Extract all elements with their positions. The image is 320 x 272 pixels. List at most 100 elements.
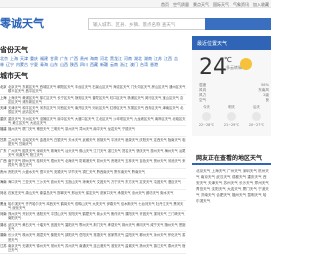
city-row-province[interactable]: 北京	[0, 85, 8, 89]
city-row-links[interactable]: 重庆天气 万州区天气 涪陵区天气 渝中区天气 大渡口区天气 江北区天气 沙坪坝区…	[8, 117, 186, 126]
province-link[interactable]: 天津	[20, 56, 28, 61]
city-row-province[interactable]: 河北	[0, 191, 8, 195]
city-row: 广西 南宁天气 柳州天气 桂林天气 梧州天气 北海天气 防城港天气 钦州天气 贵港…	[0, 158, 186, 169]
province-link[interactable]: 云南	[110, 62, 118, 67]
province-link[interactable]: 陕西	[70, 62, 78, 67]
forecast-day-label: 后天	[253, 105, 260, 109]
city-row-links[interactable]: 海口天气 三亚天气 三沙天气 儋州天气 五指山天气 琼海天气 文昌天气 万宁天气…	[8, 180, 186, 189]
province-link[interactable]: 黑龙江	[110, 56, 122, 61]
city-row-links[interactable]: 福州天气 厦门天气 莆田天气 三明天气 泉州天气 漳州天气 南平天气 龙岩天气 …	[8, 127, 186, 136]
city-row-province[interactable]: 天津	[0, 106, 8, 110]
city-row-links[interactable]: 北京天气 东城区天气 西城区天气 朝阳区天气 丰台区天气 石景山区天气 海淀区天…	[8, 85, 186, 94]
popular-link[interactable]: 大连天气	[227, 187, 243, 191]
city-row-links[interactable]: 兰州天气 嘉峪关天气 金昌天气 白银天气 天水天气 武威天气 张掖天气 平凉天气…	[8, 138, 186, 147]
province-link[interactable]: 浙江	[120, 62, 128, 67]
popular-link[interactable]: 成都天气	[232, 175, 248, 179]
city-row-links[interactable]: 南京天气 无锡天气 徐州天气 常州天气 苏州天气 南通天气 连云港天气 淮安天气…	[8, 244, 186, 253]
province-link[interactable]: 山西	[60, 62, 68, 67]
city-row-province[interactable]: 黑龙	[0, 202, 8, 206]
province-link[interactable]: 台湾	[140, 62, 148, 67]
city-row-links[interactable]: 武汉天气 黄石天气 十堰天气 宜昌天气 襄阳天气 鄂州天气 荆门天气 孝感天气 …	[8, 223, 186, 232]
site-logo[interactable]: 零诚天气	[0, 15, 44, 31]
sun-icon	[240, 58, 252, 70]
province-link[interactable]: 甘肃	[50, 56, 58, 61]
temperature-unit: ℃	[224, 56, 232, 64]
popular-link[interactable]: 郑州天气	[255, 181, 269, 185]
city-row-province[interactable]: 广西	[0, 159, 8, 163]
city-row-province[interactable]: 甘肃	[0, 138, 8, 142]
province-link[interactable]: 新疆	[100, 62, 108, 67]
province-link[interactable]: 宁夏	[30, 62, 38, 67]
province-link[interactable]: 澳门	[130, 62, 138, 67]
popular-link[interactable]: 深圳天气	[243, 169, 259, 173]
province-link[interactable]: 山东	[50, 62, 58, 67]
city-row-province[interactable]: 湖南	[0, 233, 8, 237]
city-row-links[interactable]: 广州天气 韶关天气 深圳天气 珠海天气 汕头天气 佛山天气 江门天气 湛江天气 …	[8, 149, 186, 158]
province-link[interactable]: 福建	[40, 56, 48, 61]
city-row-province[interactable]: 重庆	[0, 117, 8, 121]
city-row-links[interactable]: 天津天气 和平区天气 河东区天气 河西区天气 南开区天气 河北区天气 红桥区天气…	[8, 106, 186, 115]
province-link[interactable]: 北京	[0, 56, 8, 61]
city-row-province[interactable]: 贵州	[0, 170, 8, 174]
province-link[interactable]: 湖南	[144, 56, 152, 61]
popular-link[interactable]: 苏州天气	[223, 181, 239, 185]
popular-link[interactable]: 合肥天气	[216, 193, 232, 197]
city-row-links[interactable]: 长沙天气 株洲天气 湘潭天气 衡阳天气 邵阳天气 岳阳天气 常德天气 张家界天气…	[8, 233, 186, 242]
province-link[interactable]: 海南	[90, 56, 98, 61]
popular-link[interactable]: 重庆天气	[247, 175, 263, 179]
city-row-links[interactable]: 贵阳天气 六盘水天气 遵义天气 安顺天气 毕节天气 铜仁天气 黔西南天气 黔东南…	[8, 170, 186, 179]
popular-link[interactable]: 上海天气	[212, 169, 228, 173]
province-link[interactable]: 四川	[80, 62, 88, 67]
weather-icon	[252, 111, 261, 121]
weather-icon	[227, 111, 236, 121]
popular-link[interactable]: 广州天气	[227, 169, 243, 173]
popular-link[interactable]: 厦门天气	[243, 187, 259, 191]
city-row-province[interactable]: 江苏	[0, 244, 8, 248]
province-link[interactable]: 辽宁	[6, 62, 14, 67]
city-list: 北京 北京天气 东城区天气 西城区天气 朝阳区天气 丰台区天气 石景山区天气 海淀…	[0, 84, 186, 254]
province-link[interactable]: 内蒙古	[16, 62, 28, 67]
city-row-links[interactable]: 南宁天气 柳州天气 桂林天气 梧州天气 北海天气 防城港天气 钦州天气 贵港天气…	[8, 159, 186, 168]
province-link[interactable]: 西藏	[90, 62, 98, 67]
popular-link[interactable]: 青岛天气	[196, 187, 212, 191]
search-button[interactable]	[205, 18, 271, 30]
city-row-links[interactable]: 石家庄天气 唐山天气 秦皇岛天气 邯郸天气 邢台天气 保定天气 张家口天气 承德…	[8, 191, 186, 200]
popular-link[interactable]: 济南天气	[201, 193, 217, 197]
province-link[interactable]: 贵州	[80, 56, 88, 61]
popular-link[interactable]: 武汉天气	[216, 175, 232, 179]
city-row-links[interactable]: 上海天气 黄浦区天气 徐汇区天气 长宁区天气 静安区天气 普陀区天气 虹口区天气…	[8, 96, 186, 105]
forecast-day-label: 今天	[203, 105, 210, 109]
forecast-day: 今天 22~28℃	[194, 105, 219, 127]
city-row-province[interactable]: 海南	[0, 180, 8, 184]
province-link[interactable]: 广西	[70, 56, 78, 61]
popular-link[interactable]: 天津天气	[208, 181, 224, 185]
province-link[interactable]: 重庆	[30, 56, 38, 61]
province-link[interactable]: 河北	[100, 56, 108, 61]
popular-link[interactable]: 沈阳天气	[212, 187, 228, 191]
province-link[interactable]: 湖北	[134, 56, 142, 61]
city-row-province[interactable]: 广东	[0, 149, 8, 153]
city-row-province[interactable]: 上海	[0, 96, 8, 100]
city-row-province[interactable]: 河南	[0, 212, 8, 216]
province-link[interactable]: 上海	[10, 56, 18, 61]
city-row-links[interactable]: 哈尔滨天气 齐齐哈尔天气 鸡西天气 鹤岗天气 双鸭山天气 大庆天气 伊春天气 佳…	[8, 202, 186, 211]
province-link[interactable]: 广东	[60, 56, 68, 61]
city-row: 天津 天津天气 和平区天气 河东区天气 河西区天气 南开区天气 河北区天气 红桥区…	[0, 105, 186, 116]
popular-link[interactable]: 长沙天气	[239, 181, 255, 185]
city-row: 贵州 贵阳天气 六盘水天气 遵义天气 安顺天气 毕节天气 铜仁天气 黔西南天气 黔…	[0, 169, 186, 180]
popular-link[interactable]: 福州天气	[232, 193, 248, 197]
popular-link[interactable]: 南京天气	[201, 175, 217, 179]
province-link[interactable]: 河南	[124, 56, 132, 61]
province-link[interactable]: 江苏	[154, 56, 162, 61]
city-row-links[interactable]: 郑州天气 开封天气 洛阳天气 平顶山天气 安阳天气 鹤壁天气 新乡天气 焦作天气…	[8, 212, 186, 221]
city-row-province[interactable]: 福建	[0, 127, 8, 131]
search-input[interactable]: 输入城市、区县、乡镇、景点名称 查天气	[88, 18, 206, 30]
city-row-province[interactable]: 湖北	[0, 223, 8, 227]
forecast-temp: 20~27℃	[248, 122, 265, 127]
province-link[interactable]: 香港	[150, 62, 158, 67]
popular-link[interactable]: 昆明天气	[247, 193, 263, 197]
province-link[interactable]: 青海	[40, 62, 48, 67]
city-row: 江苏 南京天气 无锡天气 徐州天气 常州天气 苏州天气 南通天气 连云港天气 淮安…	[0, 243, 186, 254]
province-link[interactable]: 江西	[164, 56, 172, 61]
popular-link[interactable]: 北京天气	[196, 169, 212, 173]
